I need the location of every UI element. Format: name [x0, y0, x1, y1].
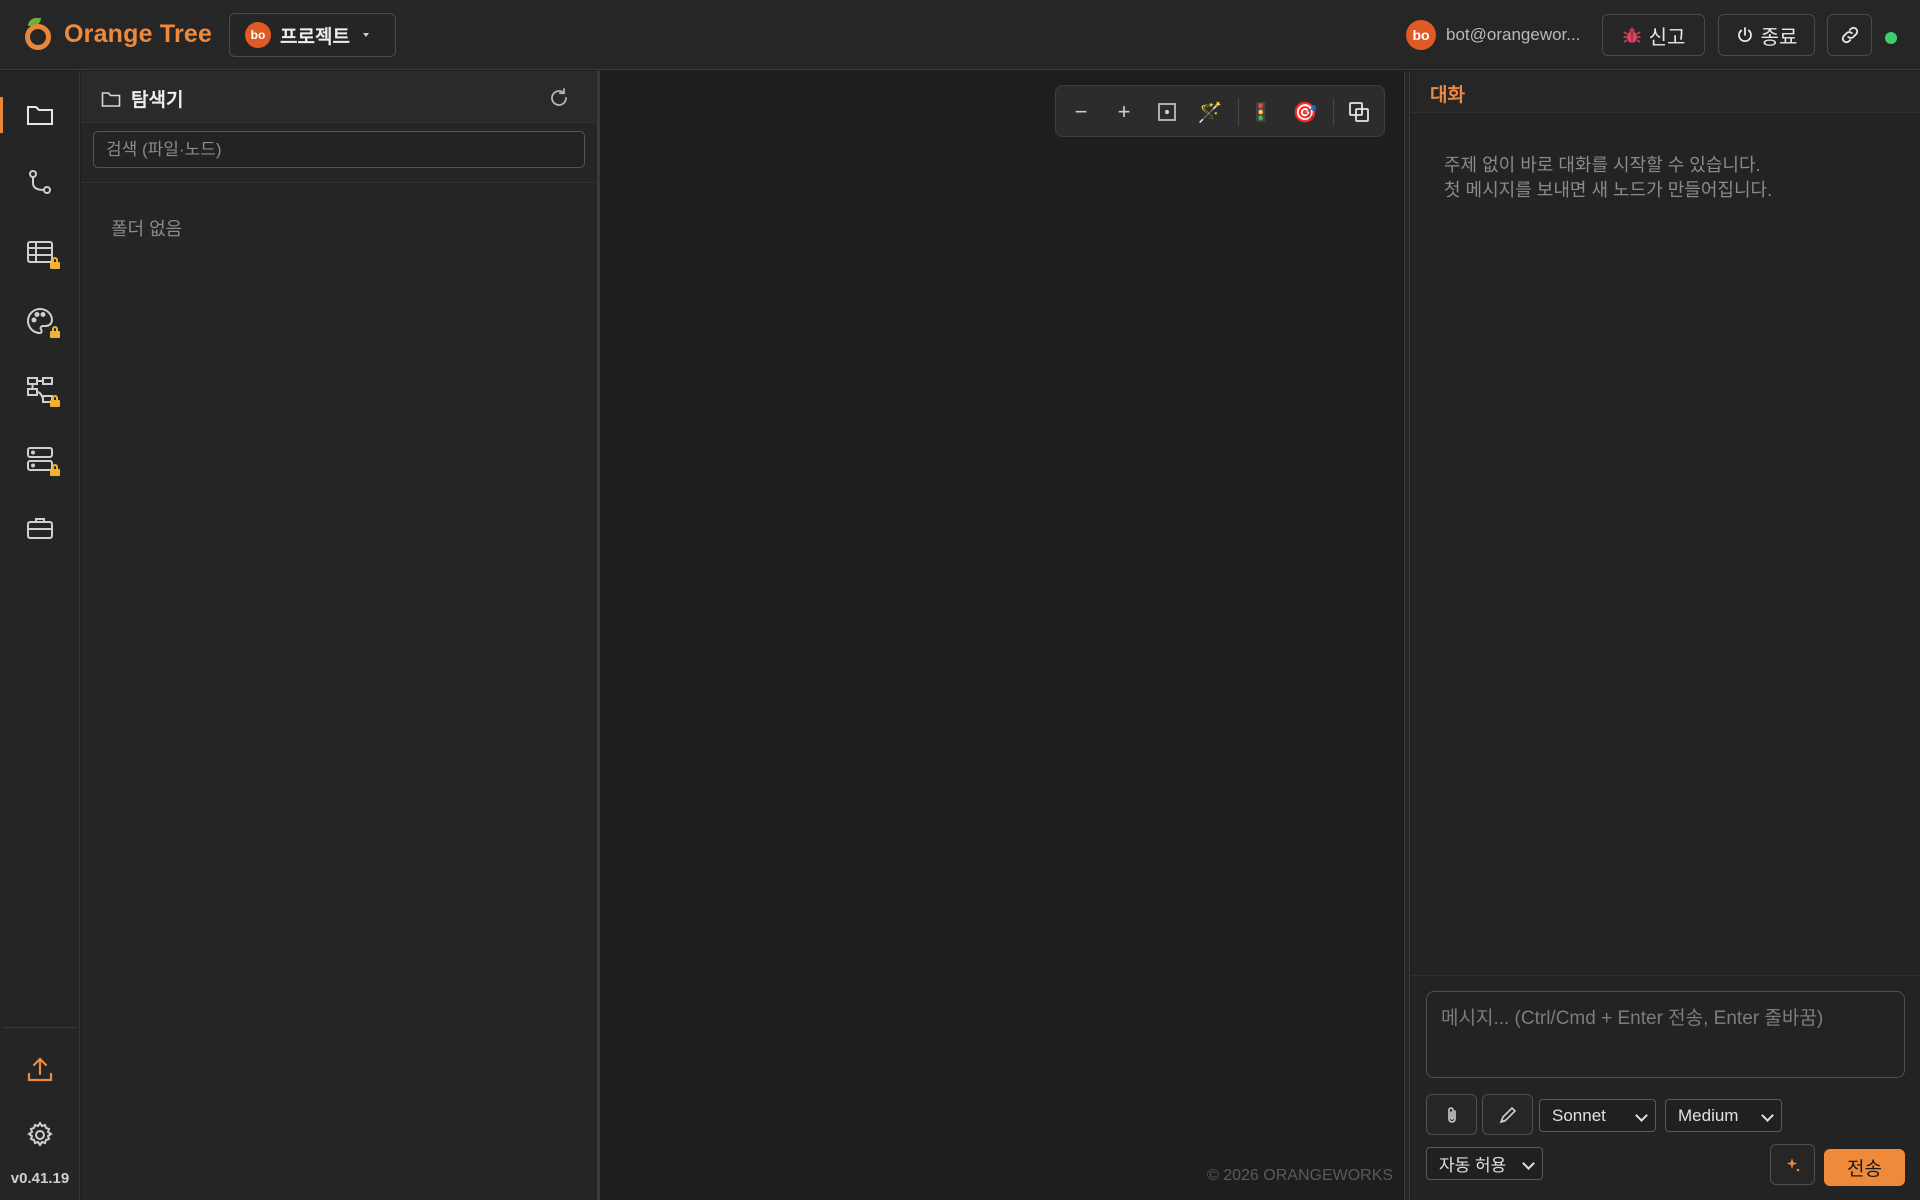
folder-icon: [101, 91, 121, 107]
rail-item-design[interactable]: [0, 291, 80, 351]
project-selector[interactable]: bo 프로젝트: [229, 13, 396, 57]
traffic-light-icon: 🚦: [1249, 101, 1273, 122]
caret-down-icon: [362, 33, 369, 37]
project-avatar: bo: [245, 22, 271, 48]
rail-divider: [4, 1027, 76, 1028]
graph-canvas[interactable]: − + 🪄 🚦 🎯 © 2026 ORANGEWORKS: [600, 71, 1404, 1200]
fit-view-button[interactable]: [1149, 94, 1185, 130]
activity-rail: v0.41.19: [0, 71, 80, 1200]
draw-button[interactable]: [1482, 1094, 1533, 1135]
orange-logo-icon: [24, 17, 54, 51]
sparkle-icon: [1786, 1157, 1799, 1171]
rail-item-explorer[interactable]: [0, 85, 80, 145]
gear-icon: [27, 1121, 53, 1147]
exit-button[interactable]: 종료: [1718, 14, 1815, 56]
empty-folder-text: 폴더 없음: [111, 219, 183, 239]
chevron-down-icon: [1635, 1109, 1648, 1122]
rail-item-git[interactable]: [0, 153, 80, 213]
chat-hint-line: 첫 메시지를 보내면 새 노드가 만들어집니다.: [1444, 180, 1773, 200]
magic-wand-icon: 🪄: [1197, 101, 1223, 124]
pen-icon: [1499, 1106, 1516, 1123]
chat-empty-hint: 주제 없이 바로 대화를 시작할 수 있습니다. 첫 메시지를 보내면 새 노드…: [1444, 153, 1772, 203]
explorer-title: 탐색기: [101, 85, 183, 112]
auto-layout-button[interactable]: 🪄: [1192, 94, 1228, 130]
chat-title: 대화: [1430, 85, 1465, 106]
minimap-button[interactable]: [1341, 94, 1377, 130]
fit-view-icon: [1158, 103, 1176, 121]
connection-status-dot: [1885, 32, 1897, 44]
chat-hint-line: 주제 없이 바로 대화를 시작할 수 있습니다.: [1444, 155, 1761, 175]
chat-panel: 대화 주제 없이 바로 대화를 시작할 수 있습니다. 첫 메시지를 보내면 새…: [1411, 71, 1920, 1200]
effort-select[interactable]: Medium: [1665, 1099, 1782, 1132]
lock-icon: [49, 326, 61, 338]
model-select-value: Sonnet: [1552, 1105, 1606, 1125]
zoom-in-icon: +: [1117, 99, 1131, 124]
rail-item-table[interactable]: [0, 222, 80, 282]
report-label: 신고: [1648, 26, 1686, 49]
lock-icon: [49, 257, 61, 269]
refresh-icon[interactable]: [547, 86, 571, 110]
send-button[interactable]: 전송: [1824, 1149, 1905, 1186]
bug-icon: [1623, 27, 1641, 43]
user-avatar: bo: [1406, 20, 1436, 50]
overlap-icon: [1349, 102, 1369, 122]
status-filter-button[interactable]: 🚦: [1243, 94, 1279, 130]
user-email: bot@orangewor...: [1446, 25, 1581, 44]
explorer-title-label: 탐색기: [131, 90, 184, 111]
lock-icon: [49, 395, 61, 407]
toolbar-separator: [1333, 98, 1334, 126]
git-branch-icon: [29, 170, 51, 194]
chat-resize-handle[interactable]: [1404, 71, 1410, 1200]
explorer-header: 탐색기: [81, 71, 597, 123]
zoom-out-button[interactable]: −: [1063, 94, 1099, 130]
report-button[interactable]: 신고: [1602, 14, 1705, 56]
explorer-search-input[interactable]: [93, 131, 585, 168]
rail-item-hierarchy[interactable]: [0, 360, 80, 420]
chevron-down-icon: [1522, 1157, 1535, 1170]
exit-label: 종료: [1760, 26, 1798, 49]
rail-item-workspace[interactable]: [0, 498, 80, 558]
copyright-text: © 2026 ORANGEWORKS: [1207, 1167, 1394, 1184]
briefcase-icon: [27, 518, 53, 539]
user-account[interactable]: bo bot@orangewor...: [1406, 19, 1580, 51]
chevron-down-icon: [1761, 1109, 1774, 1122]
target-icon: 🎯: [1292, 101, 1318, 124]
project-label: 프로젝트: [280, 26, 350, 48]
message-input[interactable]: 메시지... (Ctrl/Cmd + Enter 전송, Enter 줄바꿈): [1426, 991, 1905, 1078]
effort-select-value: Medium: [1678, 1105, 1739, 1125]
explorer-panel: 탐색기 폴더 없음: [81, 71, 597, 1200]
permission-select-value: 자동 허용: [1439, 1156, 1507, 1175]
brand[interactable]: Orange Tree: [24, 14, 212, 54]
chat-composer: 메시지... (Ctrl/Cmd + Enter 전송, Enter 줄바꿈) …: [1411, 975, 1920, 1200]
model-select[interactable]: Sonnet: [1539, 1099, 1656, 1132]
app-version: v0.41.19: [10, 1170, 70, 1187]
share-link-button[interactable]: [1827, 14, 1872, 56]
enhance-prompt-button[interactable]: [1770, 1144, 1815, 1185]
rail-item-server[interactable]: [0, 429, 80, 489]
link-icon: [1841, 26, 1858, 44]
power-icon: [1737, 27, 1752, 42]
chat-header: 대화: [1411, 71, 1920, 113]
rail-item-settings[interactable]: [0, 1105, 80, 1165]
rail-item-upload[interactable]: [0, 1040, 80, 1100]
folder-icon: [27, 106, 53, 125]
focus-button[interactable]: 🎯: [1287, 94, 1323, 130]
permission-select[interactable]: 자동 허용: [1426, 1147, 1543, 1180]
zoom-in-button[interactable]: +: [1106, 94, 1142, 130]
top-bar: Orange Tree bo 프로젝트 bo bot@orangewor... …: [0, 0, 1920, 70]
lock-icon: [49, 464, 61, 476]
explorer-search-area: [81, 123, 597, 183]
canvas-toolbar: − + 🪄 🚦 🎯: [1055, 85, 1385, 137]
app-name: Orange Tree: [64, 19, 213, 48]
upload-icon: [27, 1057, 53, 1082]
paperclip-icon: [1447, 1106, 1456, 1123]
zoom-out-icon: −: [1074, 99, 1088, 124]
toolbar-separator: [1238, 98, 1239, 126]
attach-button[interactable]: [1426, 1094, 1477, 1135]
